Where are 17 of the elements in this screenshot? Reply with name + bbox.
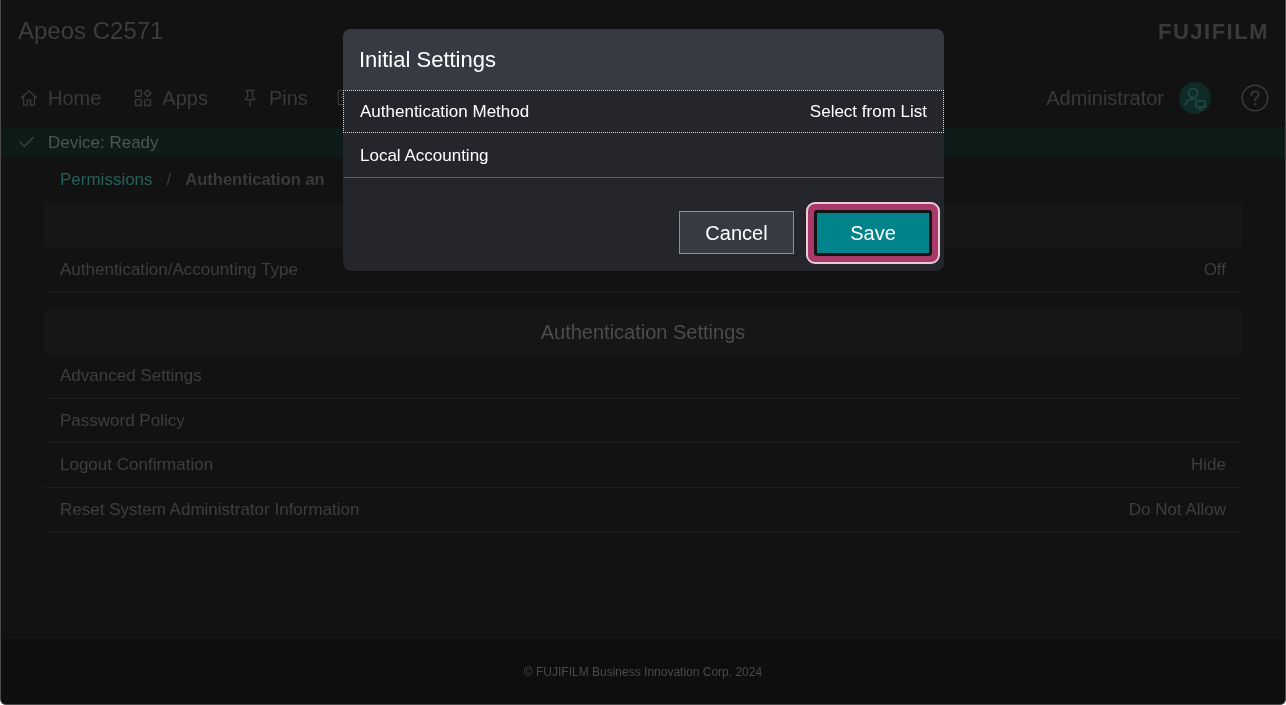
dialog-title: Initial Settings (359, 48, 496, 71)
save-button[interactable]: Save (806, 201, 940, 264)
option-value: Select from List (809, 103, 927, 120)
settings-option[interactable]: Local Accounting (343, 133, 944, 178)
settings-option[interactable]: Authentication Method Select from List (343, 90, 944, 133)
help-icon[interactable] (1241, 83, 1269, 112)
home-icon (19, 87, 39, 108)
cancel-button[interactable]: Cancel (679, 211, 794, 254)
check-icon (19, 136, 34, 148)
option-label: Local Accounting (360, 147, 489, 164)
copyright-text: © FUJIFILM Business Innovation Corp. 2024 (523, 665, 763, 678)
apps-icon (133, 87, 154, 108)
option-label: Authentication Method (360, 103, 530, 120)
breadcrumb-separator: / (166, 170, 172, 188)
status-text: Device: Ready (48, 133, 159, 151)
breadcrumb-link[interactable]: Permissions (60, 170, 153, 188)
user-icon[interactable] (1179, 81, 1211, 114)
